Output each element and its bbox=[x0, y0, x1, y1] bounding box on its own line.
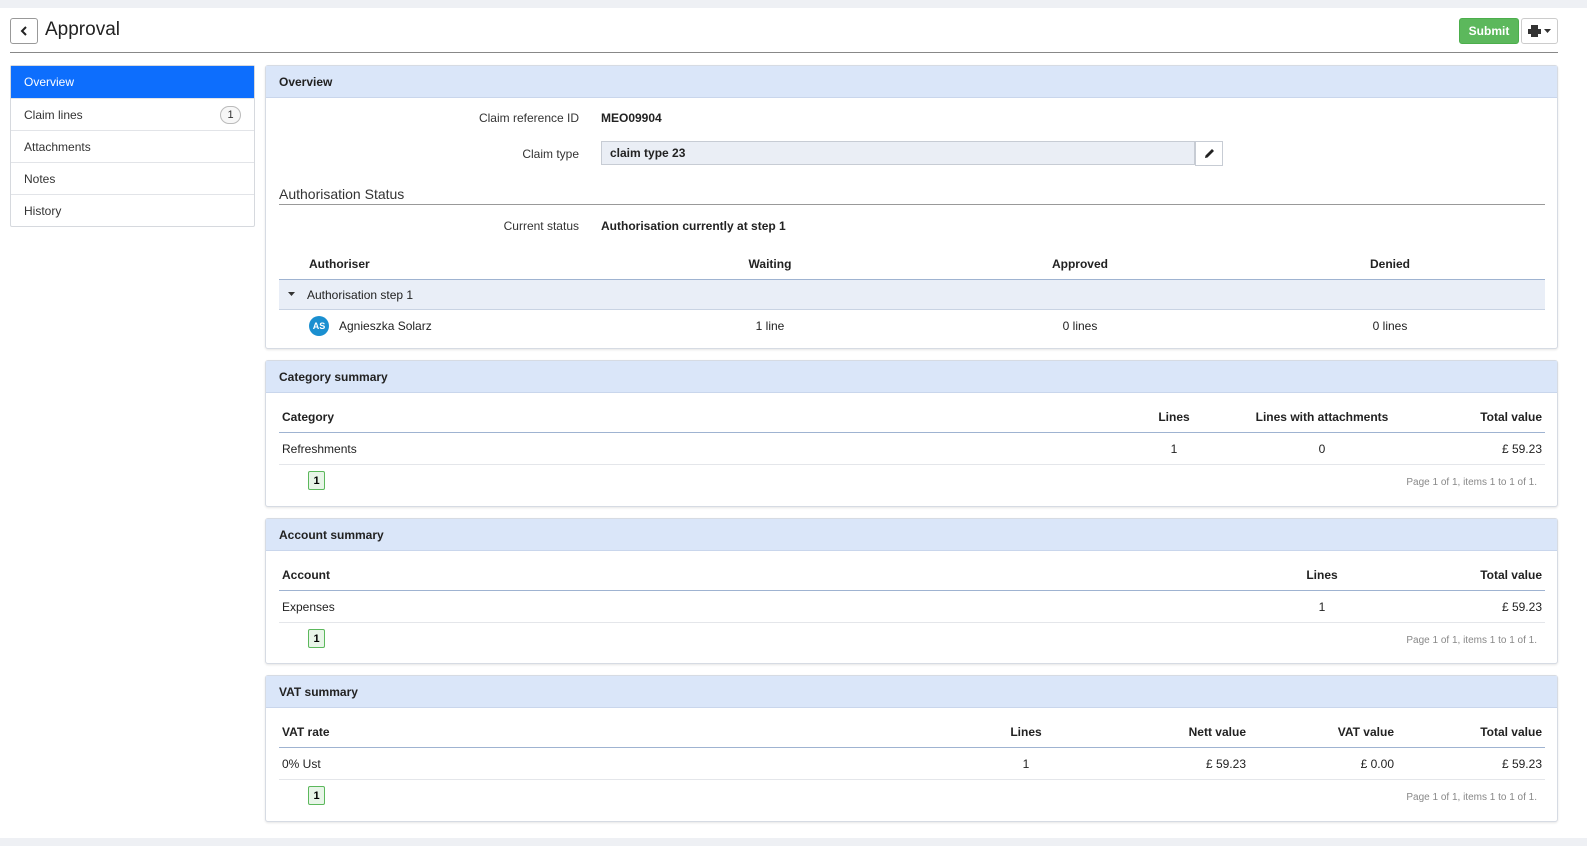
page: Approval Submit Overview Claim lines 1 At… bbox=[0, 8, 1587, 838]
step-label: Authorisation step 1 bbox=[307, 287, 414, 302]
lines-cell: 1 bbox=[1170, 441, 1178, 456]
waiting-cell: 1 line bbox=[755, 319, 785, 333]
panel-title: Account summary bbox=[266, 519, 1557, 551]
authorisation-status-title: Authorisation Status bbox=[279, 186, 405, 202]
account-summary-panel: Account summary Account Lines Total valu… bbox=[265, 518, 1558, 664]
header-divider bbox=[10, 52, 1558, 53]
column-header-total: Total value bbox=[1480, 567, 1542, 582]
panel-title: Category summary bbox=[266, 361, 1557, 393]
authorisation-step-row[interactable]: Authorisation step 1 bbox=[279, 280, 1545, 310]
current-status-label: Current status bbox=[503, 219, 579, 233]
pagination-info: Page 1 of 1, items 1 to 1 of 1. bbox=[1406, 635, 1537, 646]
account-cell: Expenses bbox=[282, 599, 335, 614]
edit-claim-type-button[interactable] bbox=[1195, 141, 1223, 166]
column-header-account: Account bbox=[282, 567, 330, 582]
pencil-icon bbox=[1204, 149, 1214, 158]
authoriser-row: AS Agnieszka Solarz 1 line 0 lines 0 lin… bbox=[279, 310, 1545, 342]
sidebar-item-claim-lines[interactable]: Claim lines 1 bbox=[11, 98, 254, 130]
panel-title: VAT summary bbox=[266, 676, 1557, 708]
approved-cell: 0 lines bbox=[1062, 319, 1098, 333]
column-header-approved: Approved bbox=[1051, 256, 1108, 271]
total-cell: £ 59.23 bbox=[1501, 599, 1542, 614]
column-header-authoriser: Authoriser bbox=[309, 256, 370, 271]
sidebar-item-label: Claim lines bbox=[24, 107, 83, 122]
claim-ref-value: MEO09904 bbox=[601, 111, 662, 125]
table-row: Refreshments 1 0 £ 59.23 bbox=[279, 433, 1545, 465]
table-header: Category Lines Lines with attachments To… bbox=[279, 401, 1545, 433]
chevron-left-icon bbox=[20, 26, 27, 36]
column-header-lines: Lines bbox=[1158, 409, 1190, 424]
claim-type-field: claim type 23 bbox=[601, 141, 1195, 165]
claim-type-label: Claim type bbox=[522, 147, 579, 161]
claim-ref-label: Claim reference ID bbox=[478, 111, 579, 125]
top-strip bbox=[0, 0, 1587, 8]
submit-button[interactable]: Submit bbox=[1459, 18, 1519, 44]
table-header: Account Lines Total value bbox=[279, 559, 1545, 591]
vat-summary-panel: VAT summary VAT rate Lines Nett value VA… bbox=[265, 675, 1558, 822]
total-cell: £ 59.23 bbox=[1501, 756, 1542, 771]
caret-down-icon bbox=[1544, 28, 1551, 33]
column-header-category: Category bbox=[282, 409, 335, 424]
back-button[interactable] bbox=[10, 18, 38, 44]
sidebar-item-label: Overview bbox=[24, 75, 75, 89]
section-divider bbox=[279, 204, 1545, 205]
pagination-info: Page 1 of 1, items 1 to 1 of 1. bbox=[1406, 477, 1537, 488]
category-summary-panel: Category summary Category Lines Lines wi… bbox=[265, 360, 1558, 507]
authoriser-name: Agnieszka Solarz bbox=[339, 319, 432, 333]
count-badge: 1 bbox=[220, 106, 241, 124]
column-header-total: Total value bbox=[1480, 724, 1542, 739]
pagination-info: Page 1 of 1, items 1 to 1 of 1. bbox=[1406, 792, 1537, 803]
category-cell: Refreshments bbox=[282, 441, 357, 456]
pagination-page-button[interactable]: 1 bbox=[308, 471, 325, 490]
vat-rate-cell: 0% Ust bbox=[282, 756, 321, 771]
overview-panel: Overview Claim reference ID MEO09904 Cla… bbox=[265, 65, 1558, 349]
authoriser-table-header: Authoriser Waiting Approved Denied bbox=[279, 248, 1545, 280]
column-header-denied: Denied bbox=[1369, 256, 1410, 271]
authoriser-cell: AS Agnieszka Solarz bbox=[309, 310, 432, 342]
sidebar-item-notes[interactable]: Notes bbox=[11, 162, 254, 194]
column-header-vat-rate: VAT rate bbox=[282, 724, 330, 739]
bottom-strip bbox=[0, 838, 1587, 846]
actions-dropdown-button[interactable] bbox=[1521, 18, 1558, 44]
sidebar-item-label: Attachments bbox=[24, 139, 91, 154]
avatar: AS bbox=[309, 316, 329, 336]
sidebar-nav: Overview Claim lines 1 Attachments Notes … bbox=[10, 65, 255, 227]
sidebar-item-label: History bbox=[24, 203, 62, 218]
sidebar-item-history[interactable]: History bbox=[11, 194, 254, 226]
page-title: Approval bbox=[45, 19, 120, 40]
claim-type-value: claim type 23 bbox=[610, 146, 686, 160]
total-cell: £ 59.23 bbox=[1501, 441, 1542, 456]
table-row: Expenses 1 £ 59.23 bbox=[279, 591, 1545, 623]
pagination-page-button[interactable]: 1 bbox=[308, 786, 325, 805]
column-header-total: Total value bbox=[1480, 409, 1542, 424]
caret-down-icon[interactable] bbox=[288, 292, 295, 297]
page-header: Approval Submit bbox=[10, 18, 1578, 54]
column-header-waiting: Waiting bbox=[748, 256, 792, 271]
table-row: 0% Ust 1 £ 59.23 £ 0.00 £ 59.23 bbox=[279, 748, 1545, 780]
current-status-value: Authorisation currently at step 1 bbox=[601, 219, 786, 233]
print-icon bbox=[1528, 25, 1541, 37]
pagination-page-button[interactable]: 1 bbox=[308, 629, 325, 648]
sidebar-item-overview[interactable]: Overview bbox=[11, 66, 254, 98]
panel-title: Overview bbox=[266, 66, 1557, 98]
table-header: VAT rate Lines Nett value VAT value Tota… bbox=[279, 716, 1545, 748]
denied-cell: 0 lines bbox=[1372, 319, 1408, 333]
sidebar-item-label: Notes bbox=[24, 171, 56, 186]
sidebar-item-attachments[interactable]: Attachments bbox=[11, 130, 254, 162]
